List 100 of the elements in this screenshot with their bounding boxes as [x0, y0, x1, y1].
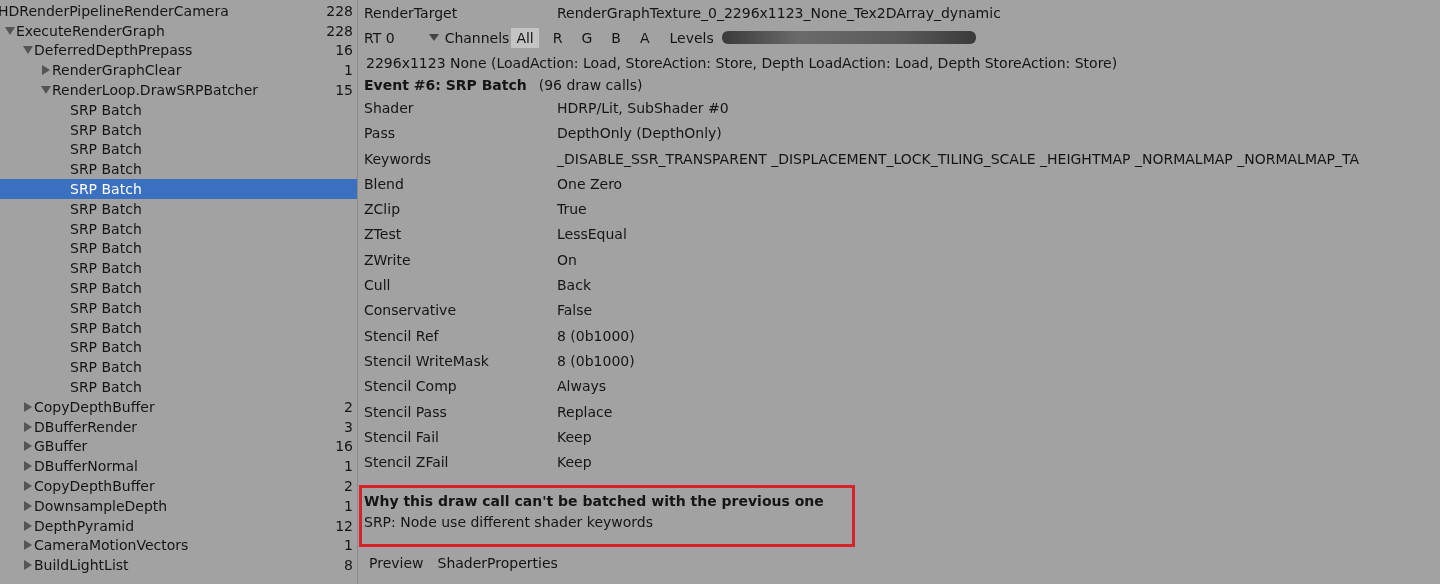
- tree-item[interactable]: SRP Batch: [0, 119, 357, 140]
- property-label: ZClip: [364, 201, 402, 218]
- expanded-arrow-icon[interactable]: [22, 45, 33, 56]
- property-value: Keep: [557, 428, 592, 445]
- tree-item-label: CopyDepthBuffer: [34, 398, 156, 415]
- tree-item[interactable]: RenderGraphClear 1: [0, 60, 357, 81]
- tree-item[interactable]: DepthPyramid 12: [0, 515, 357, 536]
- channels-label: Channels: [444, 29, 510, 46]
- tree-item[interactable]: CopyDepthBuffer 2: [0, 476, 357, 496]
- property-value: HDRP/Lit, SubShader #0: [557, 99, 729, 116]
- property-value: RenderGraphTexture_0_2296x1123_None_Tex2DArray_dynamic: [557, 4, 1001, 21]
- batch-note-reason: SRP: Node use different shader keywords: [364, 512, 655, 532]
- tree-item-label: DownsampleDepth: [34, 497, 169, 514]
- property-value: One Zero: [557, 175, 623, 192]
- tree-item[interactable]: SRP Batch: [0, 337, 357, 358]
- tree-item[interactable]: CopyDepthBuffer 2: [0, 396, 357, 417]
- tree-item-label: CameraMotionVectors: [34, 537, 190, 554]
- collapsed-arrow-icon[interactable]: [22, 401, 33, 412]
- draw-count: 3: [344, 418, 353, 435]
- tree-item[interactable]: DBufferNormal 1: [0, 456, 357, 477]
- collapsed-arrow-icon[interactable]: [22, 441, 33, 452]
- property-label: Shader: [364, 99, 415, 116]
- collapsed-arrow-icon[interactable]: [22, 421, 33, 432]
- tree-item-label: SRP Batch: [70, 260, 143, 277]
- channel-toggle[interactable]: All: [511, 27, 539, 48]
- tree-item-label: SRP Batch: [70, 299, 143, 316]
- collapsed-arrow-icon[interactable]: [40, 65, 51, 76]
- tree-item[interactable]: CameraMotionVectors 1: [0, 535, 357, 556]
- property-value: On: [557, 251, 577, 268]
- tree-item[interactable]: SRP Batch: [0, 238, 357, 259]
- collapsed-arrow-icon[interactable]: [22, 481, 33, 491]
- draw-call-count: (96 draw calls): [538, 77, 643, 94]
- tree-item[interactable]: SRP Batch: [0, 139, 357, 160]
- property-label: Conservative: [364, 302, 458, 319]
- property-label: Stencil Fail: [364, 428, 440, 445]
- channel-toggle[interactable]: R: [547, 27, 568, 48]
- tree-item[interactable]: SRP Batch: [0, 297, 357, 318]
- tree-item[interactable]: ExecuteRenderGraph 228: [0, 20, 357, 41]
- tree-item[interactable]: DBufferRender 3: [0, 416, 357, 437]
- tree-item[interactable]: HDRenderPipelineRenderCamera 228: [0, 1, 357, 21]
- draw-count: 1: [344, 458, 353, 475]
- channel-toggle[interactable]: A: [634, 27, 655, 48]
- tree-item-label: HDRenderPipelineRenderCamera: [0, 2, 230, 19]
- property-label: Stencil Pass: [364, 403, 448, 420]
- tree-item[interactable]: SRP Batch: [0, 317, 357, 338]
- channel-toggle[interactable]: G: [576, 27, 598, 48]
- tree-item-label: DeferredDepthPrepass: [34, 42, 194, 59]
- tree-item[interactable]: SRP Batch: [0, 179, 357, 199]
- property-value: 8 (0b1000): [557, 327, 635, 344]
- property-value: False: [557, 302, 593, 319]
- collapsed-arrow-icon[interactable]: [22, 461, 33, 472]
- tree-item-label: SRP Batch: [70, 141, 143, 158]
- tree-item-label: BuildLightList: [34, 557, 130, 574]
- tree-item[interactable]: SRP Batch: [0, 100, 357, 120]
- expanded-arrow-icon[interactable]: [40, 85, 51, 96]
- property-label: Keywords: [364, 150, 433, 167]
- tree-item[interactable]: GBuffer 16: [0, 436, 357, 457]
- draw-count: 16: [335, 42, 353, 59]
- draw-count: 12: [335, 517, 353, 534]
- tree-item[interactable]: DeferredDepthPrepass 16: [0, 40, 357, 61]
- tree-item-label: SRP Batch: [70, 121, 143, 138]
- collapsed-arrow-icon[interactable]: [22, 560, 33, 571]
- property-label: ZWrite: [364, 251, 412, 268]
- property-value: LessEqual: [557, 226, 627, 243]
- tree-item-label: SRP Batch: [70, 339, 143, 356]
- tree-item[interactable]: BuildLightList 8: [0, 555, 357, 576]
- collapsed-arrow-icon[interactable]: [22, 500, 33, 511]
- draw-count: 1: [344, 537, 353, 554]
- draw-count: 2: [344, 478, 353, 494]
- property-label: Pass: [364, 125, 396, 142]
- draw-count: 8: [344, 557, 353, 574]
- property-label: Stencil WriteMask: [364, 352, 490, 369]
- collapsed-arrow-icon[interactable]: [22, 520, 33, 531]
- expanded-arrow-icon[interactable]: [4, 25, 15, 36]
- property-label: Stencil Comp: [364, 378, 458, 395]
- tree-item-label: SRP Batch: [70, 200, 143, 217]
- tree-item[interactable]: SRP Batch: [0, 218, 357, 239]
- tree-item-label: SRP Batch: [70, 181, 143, 198]
- tree-item[interactable]: SRP Batch: [0, 278, 357, 298]
- tree-item-label: RenderLoop.DrawSRPBatcher: [52, 82, 260, 99]
- tree-item[interactable]: SRP Batch: [0, 159, 357, 180]
- tab[interactable]: ShaderProperties: [437, 552, 558, 573]
- tree-item-label: CopyDepthBuffer: [34, 478, 156, 494]
- tree-item[interactable]: SRP Batch: [0, 357, 357, 378]
- tree-item-label: DBufferNormal: [34, 458, 139, 475]
- levels-slider[interactable]: [721, 31, 976, 45]
- tree-item[interactable]: RenderLoop.DrawSRPBatcher 15: [0, 80, 357, 100]
- tree-item-label: SRP Batch: [70, 101, 143, 118]
- tab[interactable]: Preview: [369, 552, 424, 573]
- tree-item[interactable]: DownsampleDepth 1: [0, 495, 357, 516]
- tree-item-label: DBufferRender: [34, 418, 139, 435]
- tree-item[interactable]: SRP Batch: [0, 198, 357, 219]
- draw-count: 228: [326, 22, 353, 39]
- collapsed-arrow-icon[interactable]: [22, 540, 33, 551]
- tree-item-label: SRP Batch: [70, 161, 143, 178]
- tree-item[interactable]: SRP Batch: [0, 258, 357, 279]
- channel-toggle[interactable]: B: [606, 27, 626, 48]
- property-label: RenderTarget: [364, 4, 459, 21]
- rt-dropdown[interactable]: RT 0: [364, 29, 439, 46]
- tree-item[interactable]: SRP Batch: [0, 377, 357, 397]
